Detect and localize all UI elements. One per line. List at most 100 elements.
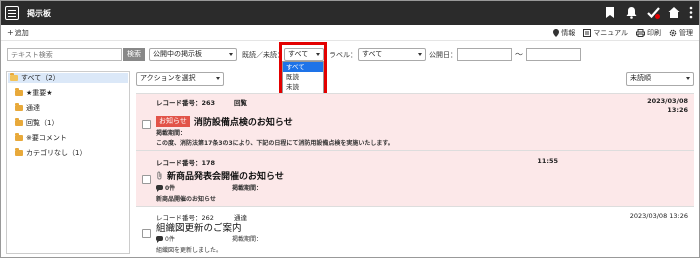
highlight-box bbox=[279, 42, 327, 97]
record-title: 組織図更新のご案内 bbox=[156, 220, 242, 234]
record-period-label: 掲載期間： bbox=[232, 236, 263, 243]
page-title: 掲示板 bbox=[27, 8, 51, 18]
sidebar-item-label: すべて（2） bbox=[21, 74, 60, 82]
record-row[interactable]: レコード番号：263 回覧 2023/03/08 13:26 お知らせ 消防設備… bbox=[136, 93, 694, 150]
print-button[interactable]: 印刷 bbox=[636, 28, 661, 38]
comment-count-text: 0件 bbox=[165, 185, 176, 192]
record-row[interactable]: レコード番号：178 11:55 新商品発表会開催のお知らせ 0件 掲載期間： … bbox=[136, 150, 694, 206]
date-separator: ～ bbox=[515, 50, 523, 59]
label-select-value: すべて bbox=[362, 50, 383, 58]
sidebar-item-label: ★重要★ bbox=[26, 89, 53, 97]
bookmark-icon[interactable] bbox=[605, 6, 617, 19]
folder-icon bbox=[15, 133, 23, 141]
label-select[interactable]: すべて bbox=[358, 48, 426, 61]
paperclip-icon bbox=[157, 171, 162, 180]
folder-icon bbox=[15, 148, 23, 156]
category-sidebar: すべて（2） ★重要★ 通達 回覧（1） ※要コメント カテゴリなし（1） bbox=[6, 71, 130, 254]
sidebar-item-label: 回覧（1） bbox=[26, 119, 59, 127]
menu-icon[interactable] bbox=[5, 6, 19, 20]
admin-label: 管理 bbox=[679, 29, 693, 37]
toolbar-tools: 情報 マニュアル 印刷 管理 bbox=[553, 28, 693, 38]
sidebar-item-uncategorized[interactable]: カテゴリなし（1） bbox=[15, 148, 86, 158]
sidebar-item-all[interactable]: すべて（2） bbox=[8, 73, 128, 83]
record-period-label: 掲載期間： bbox=[156, 130, 187, 137]
date-filter-label: 公開日： bbox=[429, 51, 457, 59]
action-select[interactable]: アクションを選択 bbox=[136, 72, 224, 86]
record-body: この度、消防法第17条3の3により、下記の日程にて消防用設備点検を実施いたします… bbox=[156, 140, 394, 147]
record-checkbox[interactable] bbox=[142, 120, 151, 129]
header-icons bbox=[605, 6, 693, 19]
check-icon[interactable] bbox=[647, 6, 660, 19]
bell-icon[interactable] bbox=[626, 6, 638, 19]
folder-icon bbox=[15, 88, 23, 96]
date-to-input[interactable] bbox=[526, 48, 581, 61]
chevron-down-icon bbox=[418, 53, 422, 56]
record-title: 新商品発表会開催のお知らせ bbox=[156, 169, 284, 182]
manual-label: マニュアル bbox=[593, 29, 628, 37]
print-label: 印刷 bbox=[647, 29, 661, 37]
sidebar-item-important[interactable]: ★重要★ bbox=[15, 88, 53, 98]
app-header: 掲示板 bbox=[1, 1, 699, 25]
read-filter-label: 既読／未読： bbox=[242, 51, 284, 59]
toolbar: + 追加 情報 マニュアル 印刷 管理 bbox=[1, 25, 699, 41]
comment-count: 0件 bbox=[156, 234, 175, 243]
manual-icon bbox=[583, 29, 592, 37]
record-time: 13:26 bbox=[667, 106, 688, 114]
record-title-text: 新商品発表会開催のお知らせ bbox=[167, 172, 284, 182]
record-date: 2023/03/08 bbox=[647, 97, 688, 105]
sidebar-item-label: カテゴリなし（1） bbox=[26, 149, 87, 157]
sidebar-item-comment-required[interactable]: ※要コメント bbox=[15, 133, 67, 143]
record-checkbox[interactable] bbox=[142, 175, 151, 184]
chevron-down-icon bbox=[216, 77, 220, 80]
record-title-text: 組織図更新のご案内 bbox=[156, 223, 242, 234]
add-button[interactable]: + 追加 bbox=[7, 28, 29, 38]
search-button[interactable]: 検索 bbox=[123, 48, 145, 61]
notice-badge: お知らせ bbox=[156, 116, 190, 127]
sidebar-item-label: 通達 bbox=[26, 104, 40, 112]
printer-icon bbox=[636, 29, 645, 37]
record-body: 新商品開催のお知らせ bbox=[156, 196, 216, 203]
sort-select-value: 未読順 bbox=[630, 74, 651, 82]
date-from-input[interactable] bbox=[457, 48, 512, 61]
add-label: 追加 bbox=[14, 28, 29, 37]
plus-icon: + bbox=[7, 28, 14, 37]
comment-icon bbox=[156, 236, 163, 243]
comment-icon bbox=[156, 185, 163, 192]
record-period-label: 掲載期間： bbox=[232, 185, 263, 192]
info-button[interactable]: 情報 bbox=[553, 28, 575, 38]
record-number: レコード番号：263 bbox=[156, 99, 216, 107]
sort-select[interactable]: 未読順 bbox=[626, 72, 694, 86]
record-date: 11:55 bbox=[537, 157, 558, 165]
filter-row: 検索 公開中の掲示板 既読／未読： すべて ラベル： すべて 公開日： ～ bbox=[1, 42, 699, 66]
record-title-text: 消防設備点検のお知らせ bbox=[193, 118, 293, 128]
list-controls: アクションを選択 未読順 bbox=[136, 71, 694, 87]
comment-count: 0件 bbox=[156, 183, 175, 192]
chevron-down-icon bbox=[686, 77, 690, 80]
sidebar-item-label: ※要コメント bbox=[26, 134, 67, 142]
admin-button[interactable]: 管理 bbox=[669, 28, 693, 38]
more-vertical-icon[interactable] bbox=[689, 6, 693, 19]
search-input[interactable] bbox=[7, 48, 122, 61]
board-select[interactable]: 公開中の掲示板 bbox=[149, 48, 237, 61]
label-filter-label: ラベル： bbox=[329, 51, 357, 59]
gear-icon bbox=[669, 29, 677, 37]
record-checkbox[interactable] bbox=[142, 229, 151, 238]
folder-icon bbox=[15, 118, 23, 126]
info-pin-icon bbox=[553, 29, 560, 37]
record-date: 2023/03/08 13:26 bbox=[629, 212, 688, 220]
chevron-down-icon bbox=[229, 53, 233, 56]
home-icon[interactable] bbox=[668, 6, 680, 19]
folder-icon bbox=[15, 103, 23, 111]
sidebar-item-notice[interactable]: 通達 bbox=[15, 103, 40, 113]
record-number: レコード番号：178 bbox=[156, 159, 216, 167]
record-body: 組織図を更新しました。 bbox=[156, 247, 223, 254]
record-row[interactable]: レコード番号：262 通達 2023/03/08 13:26 組織図更新のご案内… bbox=[136, 206, 694, 258]
sidebar-item-circulation[interactable]: 回覧（1） bbox=[15, 118, 58, 128]
record-category: 回覧 bbox=[234, 99, 247, 107]
manual-button[interactable]: マニュアル bbox=[583, 28, 628, 38]
comment-count-text: 0件 bbox=[165, 236, 175, 243]
action-select-value: アクションを選択 bbox=[140, 74, 196, 82]
record-title: お知らせ 消防設備点検のお知らせ bbox=[156, 115, 293, 128]
board-select-value: 公開中の掲示板 bbox=[153, 50, 202, 58]
info-label: 情報 bbox=[561, 29, 576, 37]
